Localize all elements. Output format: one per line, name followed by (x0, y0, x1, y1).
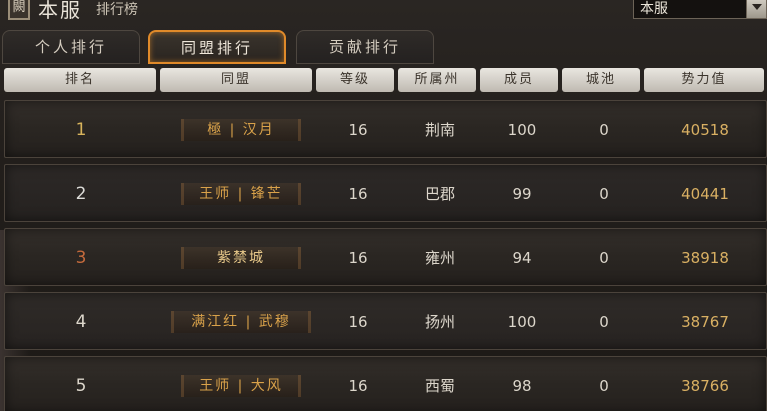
members-cell: 98 (512, 377, 532, 395)
alliance-name[interactable]: 王师 | 大风 (161, 357, 321, 411)
chevron-down-icon[interactable] (746, 0, 766, 18)
emblem-icon: 闕 (8, 0, 30, 20)
ranking-tabs: 个人排行 同盟排行 贡献排行 (0, 30, 767, 66)
level-cell: 16 (348, 313, 368, 331)
alliance-name[interactable]: 满江红 | 武穆 (151, 293, 331, 351)
table-header: 排名 同盟 等级 所属州 成员 城池 势力值 (0, 68, 767, 94)
table-row[interactable]: 2 王师 | 锋芒 16 巴郡 99 0 40441 (4, 164, 767, 222)
region-cell: 雍州 (424, 249, 455, 267)
members-cell: 94 (512, 249, 532, 267)
cities-cell: 0 (599, 249, 609, 267)
column-header-region[interactable]: 所属州 (398, 68, 476, 92)
column-header-cities[interactable]: 城池 (562, 68, 640, 92)
table-row[interactable]: 4 满江红 | 武穆 16 扬州 100 0 38767 (4, 292, 767, 350)
column-header-power[interactable]: 势力值 (644, 68, 764, 92)
power-cell: 38918 (681, 249, 729, 267)
table-row[interactable]: 5 王师 | 大风 16 西蜀 98 0 38766 (4, 356, 767, 411)
tab-personal-ranking[interactable]: 个人排行 (2, 30, 140, 64)
rank-cell: 4 (75, 312, 87, 332)
level-cell: 16 (348, 121, 368, 139)
cities-cell: 0 (599, 185, 609, 203)
cities-cell: 0 (599, 313, 609, 331)
column-header-level[interactable]: 等级 (316, 68, 394, 92)
tab-alliance-ranking[interactable]: 同盟排行 (148, 30, 286, 64)
region-cell: 扬州 (424, 313, 455, 331)
top-bar: 闕 本服 排行榜 本服 (0, 0, 767, 26)
power-cell: 40518 (681, 121, 729, 139)
server-select[interactable]: 本服 (633, 0, 767, 19)
level-cell: 16 (348, 185, 368, 203)
column-header-rank[interactable]: 排名 (4, 68, 156, 92)
alliance-name[interactable]: 極 | 汉月 (161, 101, 321, 159)
power-cell: 38766 (681, 377, 729, 395)
power-cell: 38767 (681, 313, 729, 331)
rank-cell: 2 (75, 184, 87, 204)
table-row[interactable]: 3 紫禁城 16 雍州 94 0 38918 (4, 228, 767, 286)
level-cell: 16 (348, 377, 368, 395)
region-cell: 西蜀 (424, 377, 455, 395)
table-row[interactable]: 1 極 | 汉月 16 荆南 100 0 40518 (4, 100, 767, 158)
region-cell: 荆南 (424, 121, 455, 139)
region-cell: 巴郡 (424, 185, 455, 203)
rank-cell: 1 (75, 120, 87, 140)
alliance-name[interactable]: 紫禁城 (161, 229, 321, 287)
members-cell: 100 (507, 121, 537, 139)
page-title: 本服 (38, 0, 82, 22)
cities-cell: 0 (599, 121, 609, 139)
power-cell: 40441 (681, 185, 729, 203)
members-cell: 99 (512, 185, 532, 203)
members-cell: 100 (507, 313, 537, 331)
leaderboard-screen: 闕 本服 排行榜 本服 个人排行 同盟排行 贡献排行 排名 同盟 等级 所属州 … (0, 0, 767, 411)
column-header-alliance[interactable]: 同盟 (160, 68, 312, 92)
cities-cell: 0 (599, 377, 609, 395)
level-cell: 16 (348, 249, 368, 267)
rank-cell: 5 (75, 376, 87, 396)
server-select-value: 本服 (640, 1, 668, 17)
alliance-name[interactable]: 王师 | 锋芒 (161, 165, 321, 223)
page-subtitle: 排行榜 (96, 2, 138, 18)
rank-cell: 3 (75, 248, 87, 268)
tab-contribution-ranking[interactable]: 贡献排行 (296, 30, 434, 64)
column-header-members[interactable]: 成员 (480, 68, 558, 92)
